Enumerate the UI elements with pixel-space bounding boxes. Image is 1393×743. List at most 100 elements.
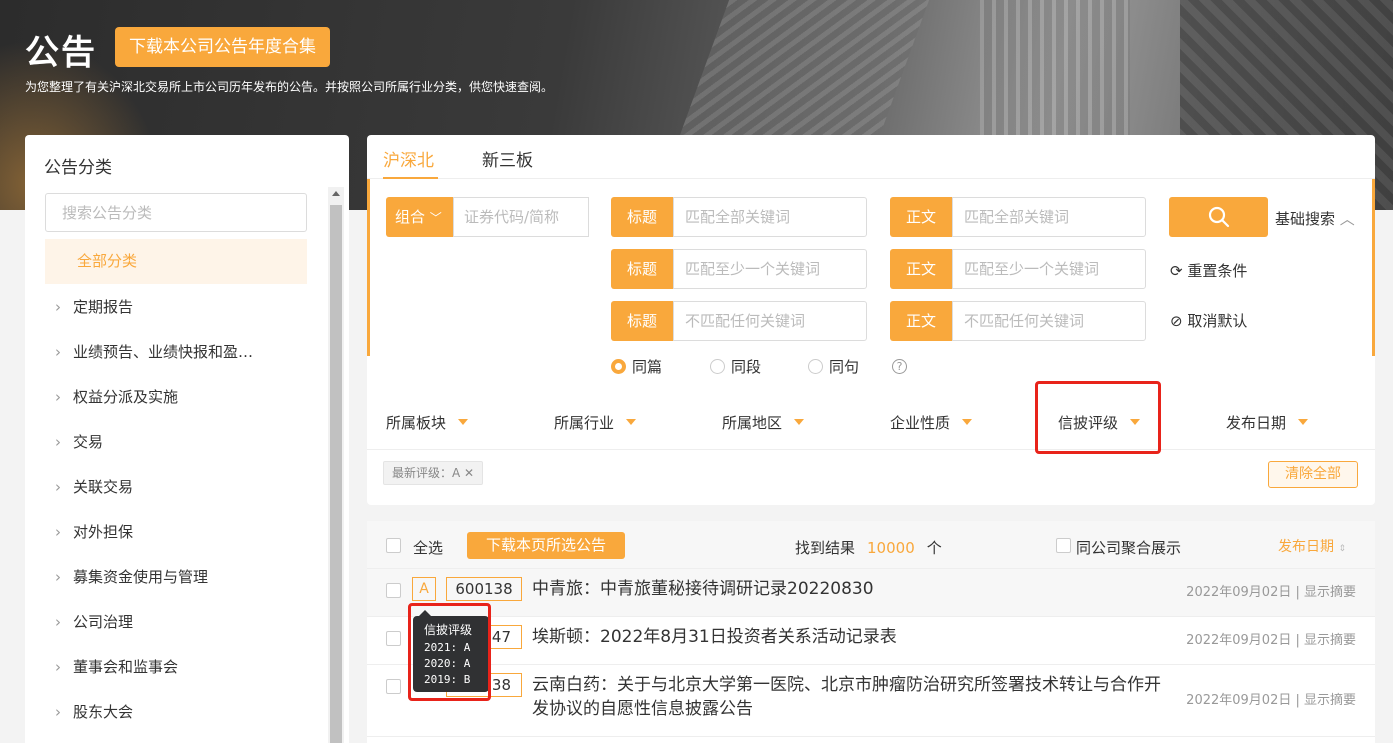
sort-label: 发布日期 bbox=[1278, 539, 1334, 555]
rating-tooltip: 信披评级 2021: A 2020: A 2019: B bbox=[413, 610, 489, 692]
category-item[interactable]: › 业绩预告、业绩快报和盈… bbox=[25, 330, 325, 375]
row-checkbox[interactable] bbox=[386, 679, 401, 694]
group-by-company-label: 同公司聚合展示 bbox=[1076, 539, 1182, 557]
title-match-none-input[interactable] bbox=[673, 301, 867, 341]
search-form: 组合 ﹀ 标题 标题 标题 正文 正文 正文 基础搜索 ︿ ⟳ 重置条件 ⊘ 取… bbox=[367, 179, 1375, 376]
table-row[interactable]: A 600138 中青旅：中青旅董秘接待调研记录20220830 2022年09… bbox=[367, 569, 1375, 617]
tooltip-line: 2020: A bbox=[424, 657, 471, 670]
body-label: 正文 bbox=[890, 301, 952, 341]
tooltip-line: 2021: A bbox=[424, 641, 471, 654]
radio-same-article[interactable]: 同篇 bbox=[611, 356, 662, 377]
found-prefix: 找到结果 bbox=[795, 539, 856, 557]
chevron-right-icon: › bbox=[55, 478, 61, 496]
category-item[interactable]: › 董事会和监事会 bbox=[25, 645, 325, 690]
tooltip-title: 信披评级 bbox=[424, 623, 473, 637]
basic-search-toggle[interactable]: 基础搜索 ︿ bbox=[1275, 208, 1355, 229]
sidebar-title: 公告分类 bbox=[44, 158, 112, 178]
filter-region[interactable]: 所属地区 bbox=[722, 412, 805, 433]
category-label: 业绩预告、业绩快报和盈… bbox=[73, 343, 254, 361]
chevron-right-icon: › bbox=[55, 388, 61, 406]
row-meta[interactable]: 2022年09月02日 | 显示摘要 bbox=[1186, 629, 1356, 648]
tab-neeq[interactable]: 新三板 bbox=[482, 146, 533, 171]
category-all[interactable]: 全部分类 bbox=[45, 239, 307, 284]
row-meta[interactable]: 2022年09月02日 | 显示摘要 bbox=[1186, 581, 1356, 600]
row-checkbox[interactable] bbox=[386, 583, 401, 598]
filter-label: 所属地区 bbox=[722, 414, 783, 432]
scrollbar-thumb[interactable] bbox=[330, 205, 342, 743]
title-label: 标题 bbox=[611, 249, 673, 289]
clear-all-button[interactable]: 清除全部 bbox=[1268, 461, 1358, 488]
caret-down-icon bbox=[458, 419, 469, 425]
row-checkbox[interactable] bbox=[386, 631, 401, 646]
radio-label: 同句 bbox=[829, 358, 860, 376]
stock-code-visible: 38 bbox=[491, 676, 511, 694]
category-item[interactable]: › 关联交易 bbox=[25, 465, 325, 510]
search-button[interactable] bbox=[1169, 197, 1268, 237]
radio-same-sentence[interactable]: 同句 bbox=[808, 356, 859, 377]
group-by-company-checkbox[interactable] bbox=[1056, 538, 1071, 553]
category-item[interactable]: › 股东大会 bbox=[25, 690, 325, 735]
reset-label: 重置条件 bbox=[1187, 262, 1248, 280]
sidebar-scrollbar[interactable] bbox=[328, 187, 344, 743]
close-icon[interactable]: ✕ bbox=[464, 466, 474, 480]
category-label: 交易 bbox=[73, 433, 104, 451]
category-item[interactable]: › 交易 bbox=[25, 420, 325, 465]
combo-dropdown[interactable]: 组合 ﹀ bbox=[386, 197, 453, 237]
filter-label: 信披评级 bbox=[1058, 414, 1119, 432]
title-match-any-input[interactable] bbox=[673, 249, 867, 289]
search-icon bbox=[1208, 206, 1230, 228]
caret-down-icon bbox=[1298, 419, 1309, 425]
download-selected-button[interactable]: 下载本页所选公告 bbox=[467, 532, 626, 559]
announcement-title[interactable]: 云南白药：关于与北京大学第一医院、北京市肿瘤防治研究所签署技术转让与合作开发协议… bbox=[532, 673, 1172, 721]
radio-same-paragraph[interactable]: 同段 bbox=[710, 356, 761, 377]
body-label: 正文 bbox=[890, 249, 952, 289]
category-label: 对外担保 bbox=[73, 523, 134, 541]
cancel-default-button[interactable]: ⊘ 取消默认 bbox=[1170, 310, 1247, 331]
table-row[interactable]: 38 云南白药：关于与北京大学第一医院、北京市肿瘤防治研究所签署技术转让与合作开… bbox=[367, 665, 1375, 737]
rating-badge[interactable]: A bbox=[412, 577, 436, 601]
scroll-up-arrow-icon[interactable] bbox=[332, 191, 340, 196]
chevron-right-icon: › bbox=[55, 658, 61, 676]
tab-hsb[interactable]: 沪深北 bbox=[383, 146, 434, 171]
select-all-checkbox[interactable] bbox=[386, 538, 401, 553]
filter-company-type[interactable]: 企业性质 bbox=[890, 412, 973, 433]
chevron-right-icon: › bbox=[55, 703, 61, 721]
filter-board[interactable]: 所属板块 bbox=[386, 412, 469, 433]
category-item[interactable]: › 定期报告 bbox=[25, 285, 325, 330]
category-search-input[interactable] bbox=[45, 193, 307, 232]
category-label: 定期报告 bbox=[73, 298, 134, 316]
category-item[interactable]: › 权益分派及实施 bbox=[25, 375, 325, 420]
help-icon[interactable]: ? bbox=[892, 359, 907, 374]
active-filter-chip[interactable]: 最新评级：A ✕ bbox=[383, 461, 484, 485]
table-row[interactable]: 47 埃斯顿：2022年8月31日投资者关系活动记录表 2022年09月02日 … bbox=[367, 617, 1375, 665]
basic-search-label: 基础搜索 bbox=[1275, 210, 1336, 228]
results-count: 找到结果 10000 个 bbox=[795, 537, 942, 558]
download-annual-collection-button[interactable]: 下载本公司公告年度合集 bbox=[115, 27, 330, 67]
radio-dot bbox=[611, 359, 626, 374]
row-meta[interactable]: 2022年09月02日 | 显示摘要 bbox=[1186, 689, 1356, 708]
filter-label: 发布日期 bbox=[1226, 414, 1287, 432]
filter-publish-date[interactable]: 发布日期 bbox=[1226, 412, 1309, 433]
stock-code-input[interactable] bbox=[453, 197, 589, 237]
category-label: 股东大会 bbox=[73, 703, 134, 721]
filter-disclosure-rating[interactable]: 信披评级 bbox=[1058, 412, 1141, 433]
filter-label: 所属行业 bbox=[554, 414, 615, 432]
category-item[interactable]: › 公司治理 bbox=[25, 600, 325, 645]
body-match-none-input[interactable] bbox=[952, 301, 1146, 341]
tooltip-line: 2019: B bbox=[424, 673, 471, 686]
chevron-right-icon: › bbox=[55, 613, 61, 631]
body-match-any-input[interactable] bbox=[952, 249, 1146, 289]
category-label: 关联交易 bbox=[73, 478, 134, 496]
body-match-all-input[interactable] bbox=[952, 197, 1146, 237]
announcement-title[interactable]: 中青旅：中青旅董秘接待调研记录20220830 bbox=[532, 577, 1172, 601]
filter-industry[interactable]: 所属行业 bbox=[554, 412, 637, 433]
ban-icon: ⊘ bbox=[1170, 312, 1183, 330]
hero-description: 为您整理了有关沪深北交易所上市公司历年发布的公告。并按照公司所属行业分类，供您快… bbox=[25, 80, 554, 94]
sort-by-date[interactable]: 发布日期 ⇕ bbox=[1278, 536, 1346, 556]
announcement-title[interactable]: 埃斯顿：2022年8月31日投资者关系活动记录表 bbox=[532, 625, 1172, 649]
title-match-all-input[interactable] bbox=[673, 197, 867, 237]
category-item[interactable]: › 募集资金使用与管理 bbox=[25, 555, 325, 600]
reset-conditions-button[interactable]: ⟳ 重置条件 bbox=[1170, 260, 1247, 281]
stock-code-badge[interactable]: 600138 bbox=[446, 577, 522, 601]
category-item[interactable]: › 对外担保 bbox=[25, 510, 325, 555]
